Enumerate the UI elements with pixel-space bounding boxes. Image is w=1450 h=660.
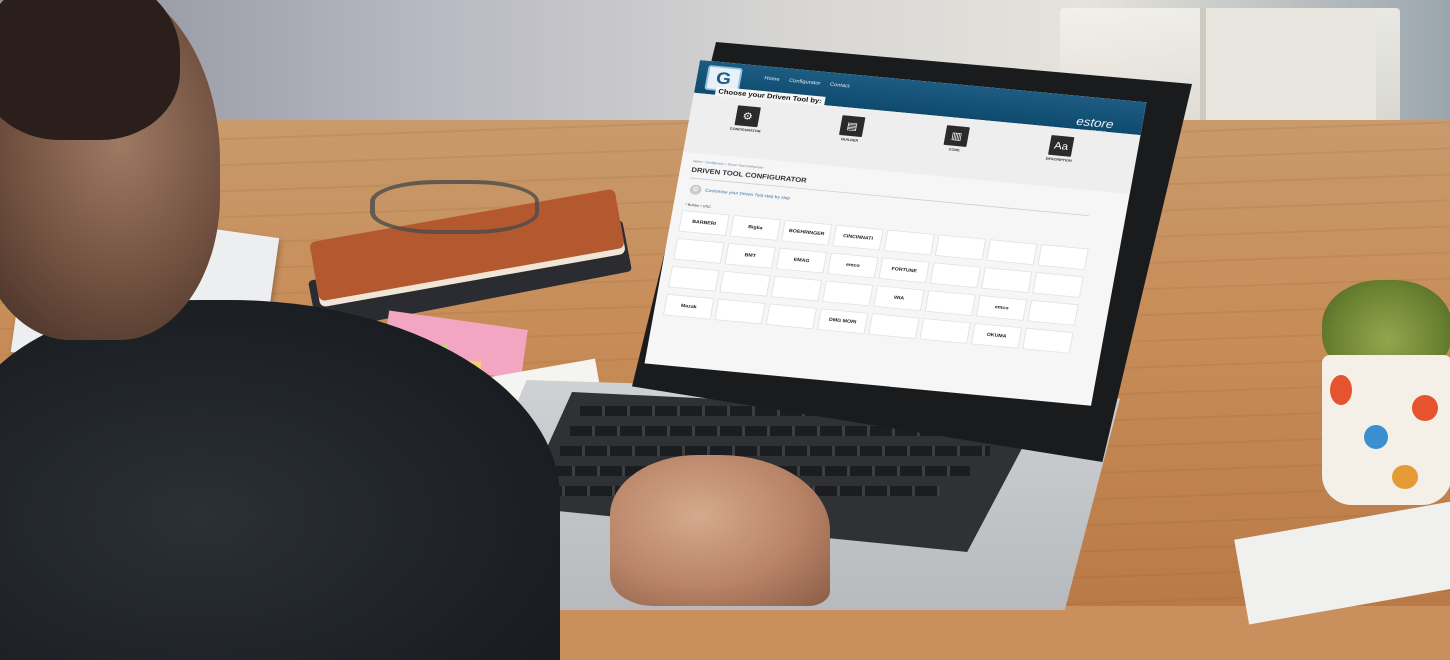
brand-tile[interactable]: CINCINNATI	[832, 224, 884, 251]
nav-configurator[interactable]: Configurator	[789, 78, 821, 86]
brand-tile[interactable]	[765, 303, 817, 330]
brand-tile[interactable]	[868, 313, 920, 340]
brand-name: BMT	[744, 252, 757, 259]
polka-dot-pot	[1322, 355, 1450, 505]
brand-tile[interactable]: Biglia	[729, 215, 781, 241]
page-title: DRIVEN TOOL CONFIGURATOR	[690, 166, 808, 185]
customise-text: Customise your Driven Tool step by step	[704, 188, 791, 202]
text-icon: Aa	[1048, 135, 1075, 157]
chooser-option-description[interactable]: Aa DESCRIPTION	[1039, 134, 1082, 163]
brand-grid: BARBERI Biglia BOEHRINGER CINCINNATI BMT EMAG…	[663, 210, 1100, 355]
brand-name: DMG MORI	[828, 317, 857, 326]
nav-contact[interactable]: Contact	[829, 82, 850, 89]
brand-tile[interactable]	[981, 267, 1033, 293]
brand-name: BARBERI	[691, 219, 717, 227]
brand-tile[interactable]: emco	[975, 295, 1028, 321]
section-label: * Builder / CNC	[684, 202, 712, 209]
brand-tile[interactable]	[1032, 272, 1084, 298]
nav-home[interactable]: Home	[764, 76, 780, 82]
brand-name: BOEHRINGER	[788, 228, 825, 237]
brand-tile[interactable]: WIA	[873, 285, 925, 312]
brand-name: Mazak	[680, 303, 697, 310]
brand-tile[interactable]: OKUMA	[970, 322, 1023, 349]
site-nav: Home Configurator Contact	[764, 76, 850, 89]
brand-tile[interactable]	[1022, 327, 1074, 354]
person-hair	[0, 0, 180, 140]
brand-tile[interactable]: FORTUNE	[878, 257, 930, 284]
brand-tile[interactable]	[770, 275, 823, 302]
eyeglasses	[370, 180, 539, 234]
chooser-option-configurator[interactable]: ⚙ CONFIGURATOR	[726, 105, 769, 134]
barcode-icon: ▥	[943, 125, 970, 147]
typing-hand	[610, 455, 830, 606]
brand-tile[interactable]: EMAG	[775, 247, 828, 274]
brand-tile[interactable]: BOEHRINGER	[780, 219, 833, 246]
brand-tile[interactable]	[934, 234, 987, 261]
chooser-option-code[interactable]: ▥ CODE	[935, 124, 978, 153]
brand-tile[interactable]	[714, 298, 766, 325]
brand-tile[interactable]	[986, 239, 1038, 266]
brand-name: emco	[994, 304, 1009, 312]
brand-tile[interactable]	[924, 290, 976, 317]
brand-tile[interactable]	[673, 238, 725, 264]
brand-tile[interactable]	[1027, 299, 1079, 326]
brand-tile[interactable]	[929, 262, 982, 289]
brand-tile[interactable]: DMG MORI	[816, 308, 869, 335]
brand-tile[interactable]	[719, 270, 771, 297]
brand-name: FORTUNE	[891, 266, 918, 275]
gear-icon: ⚙	[734, 105, 761, 128]
brand-tile[interactable]: Mazak	[663, 293, 715, 320]
brand-tile[interactable]	[822, 280, 874, 307]
brand-tile[interactable]: BARBERI	[678, 210, 730, 236]
brand-name: WIA	[893, 295, 905, 302]
customise-row[interactable]: ⚙ Customise your Driven Tool step by ste…	[689, 184, 791, 203]
brand-name: CINCINNATI	[842, 233, 874, 242]
brand-tile[interactable]	[919, 318, 971, 344]
brand-tile[interactable]: emco	[827, 252, 879, 279]
brand-tile[interactable]: BMT	[724, 242, 776, 269]
chooser-option-builder[interactable]: ▤ BUILDER	[830, 115, 873, 144]
brand-name: Biglia	[747, 224, 763, 232]
laptop-screen-webpage: G Home Configurator Contact estore by GI…	[644, 60, 1147, 406]
brand-name: OKUMA	[986, 332, 1007, 340]
brand-tile[interactable]	[1037, 244, 1089, 270]
step-icon: ⚙	[689, 184, 703, 196]
brand-tile[interactable]	[883, 229, 935, 256]
brand-tile[interactable]	[668, 265, 720, 292]
brand-name: EMAG	[793, 257, 810, 264]
builder-icon: ▤	[839, 115, 866, 138]
brand-name: emco	[845, 262, 861, 269]
